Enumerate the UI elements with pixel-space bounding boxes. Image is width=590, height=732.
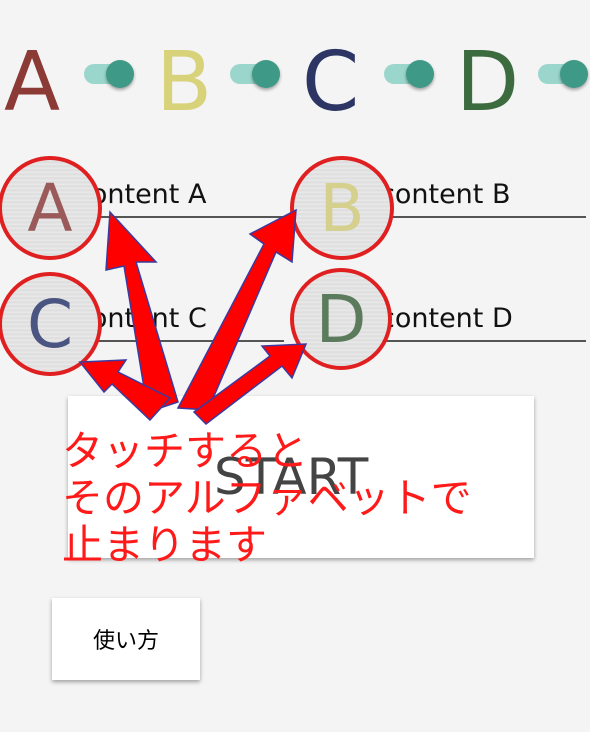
how-to-button[interactable]: 使い方 — [52, 598, 200, 680]
